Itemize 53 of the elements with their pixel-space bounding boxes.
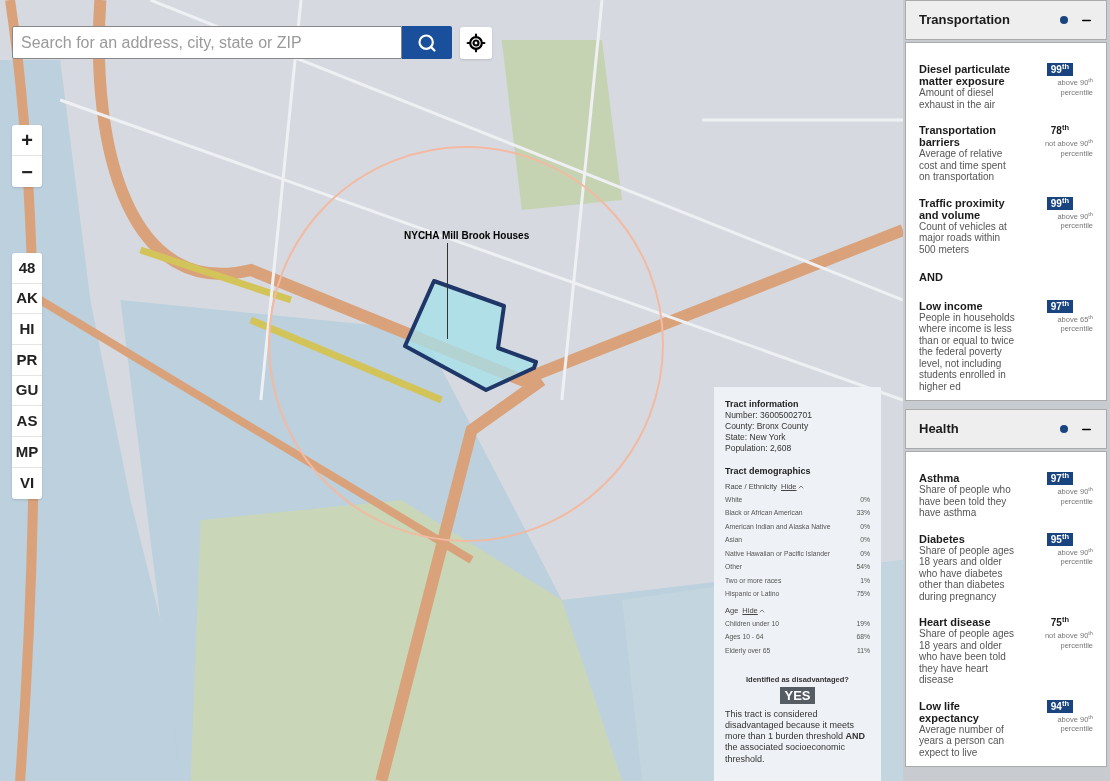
- indicator-name: Diabetes: [919, 532, 966, 545]
- search-button[interactable]: [402, 26, 452, 59]
- tract-detail: Number: 36005002701: [725, 410, 813, 421]
- locate-icon: [466, 32, 486, 53]
- zoom-button[interactable]: −: [12, 156, 42, 187]
- percentile-badge: 99$^{th}$: [1046, 196, 1073, 210]
- indicator-description: Share of people who have been told they have asthma: [919, 484, 1012, 519]
- tract-detail: County: Bronx County: [725, 421, 810, 432]
- indicator-description: Count of vehicles at major roads within 500 meters: [919, 220, 1008, 255]
- percentile-badge: 99$^{th}$: [1046, 63, 1073, 76]
- locate-button[interactable]: [460, 26, 492, 59]
- explanation-text: This tract is considered disadvantaged because it meets more than 1 burden threshold AND the associated socioeconomic threshold.: [725, 708, 867, 765]
- indicator-description: Share of people ages 18 years and older who have diabetes other than diabetes during pregnancy: [919, 544, 1016, 602]
- category-header[interactable]: Health: [905, 409, 1107, 449]
- category-header[interactable]: Transportation: [905, 0, 1107, 40]
- map-annotation: NYCHA Mill Brook Houses: [404, 229, 530, 243]
- section-title: Tract information: [725, 399, 800, 410]
- indicator-description: Average of relative cost and time spent on transportation: [919, 148, 1007, 183]
- territory-button[interactable]: MP: [12, 437, 42, 468]
- territory-button[interactable]: PR: [12, 345, 42, 376]
- indicator-name: Transportation barriers: [919, 124, 997, 148]
- indicator-name: Low income: [919, 299, 984, 312]
- indicator-description: Amount of diesel exhaust in the air: [919, 87, 996, 110]
- indicator-name: Asthma: [919, 472, 961, 484]
- percentile-badge: 94$^{th}$: [1046, 699, 1073, 713]
- search-field[interactable]: Search for an address, city, state or ZIP: [12, 26, 402, 59]
- territory-button[interactable]: HI: [12, 314, 42, 346]
- percentile-badge: 97$^{th}$: [1046, 472, 1073, 485]
- percentile-label: 75$^{th}$: [1049, 616, 1070, 629]
- indicator-name: Low life expectancy: [919, 699, 980, 724]
- territory-button[interactable]: VI: [12, 467, 42, 499]
- search-icon: [417, 32, 437, 53]
- section-title: Tract demographics: [725, 466, 812, 477]
- territory-button[interactable]: AK: [12, 283, 42, 315]
- indicator-description: People in households where income is less than or equal to twice the federal poverty level, not including students enrolled in higher ed: [919, 311, 1016, 392]
- zoom-button[interactable]: +: [12, 125, 42, 156]
- tract-detail: Population: 2,608: [725, 443, 793, 454]
- indicator-name: Heart disease: [919, 616, 992, 628]
- indicator-name: Traffic proximity and volume: [919, 196, 1006, 221]
- tract-detail: State: New York: [725, 432, 787, 443]
- percentile-badge: 95$^{th}$: [1046, 532, 1073, 546]
- indicator-name: Diesel particulate matter exposure: [919, 63, 1012, 87]
- indicator-description: Share of people ages 18 years and older who have been told they have heart disease: [919, 628, 1016, 686]
- indicator-description: Average number of years a person can expect to live: [919, 723, 1006, 758]
- category-title: Health: [919, 420, 960, 439]
- territory-button[interactable]: 48: [12, 253, 42, 284]
- territory-button[interactable]: AS: [12, 406, 42, 438]
- answer-badge: YES: [780, 686, 815, 704]
- category-title: Transportation: [919, 11, 1011, 30]
- territory-button[interactable]: GU: [12, 375, 42, 407]
- percentile-badge: 97$^{th}$: [1046, 299, 1073, 313]
- percentile-label: 78$^{th}$: [1049, 124, 1070, 137]
- connector-label: AND: [919, 270, 944, 285]
